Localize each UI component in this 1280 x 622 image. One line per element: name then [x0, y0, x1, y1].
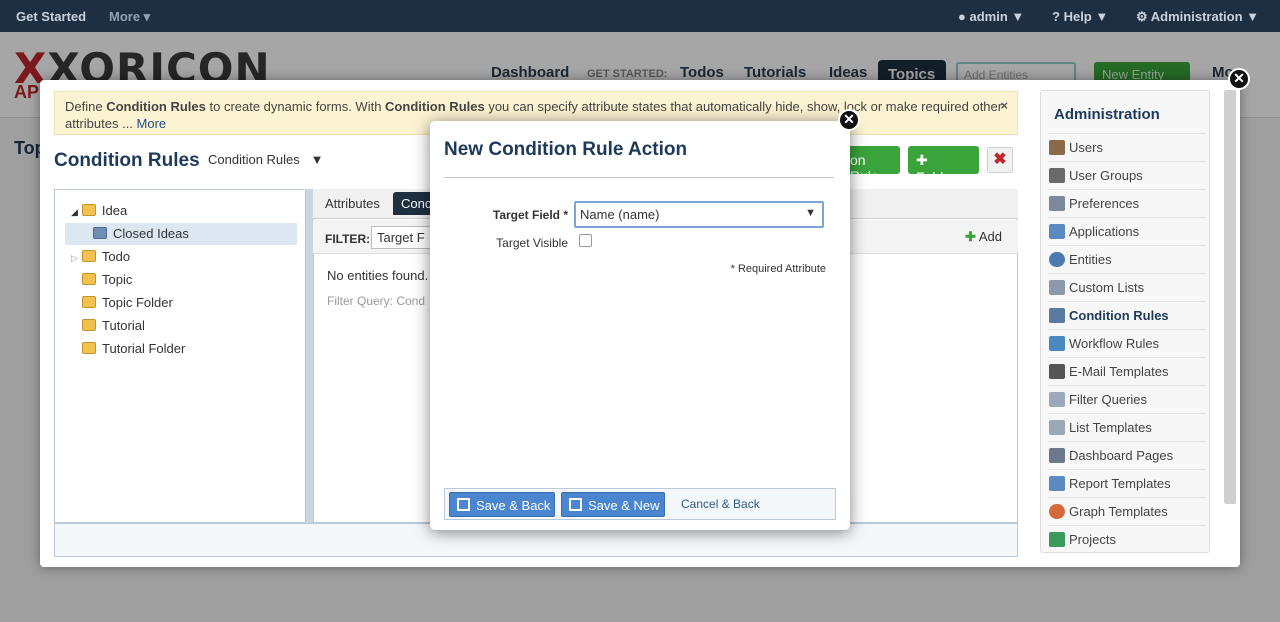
modal-title: New Condition Rule Action: [444, 139, 688, 160]
workflow-icon: [1049, 336, 1065, 351]
project-icon: [1049, 532, 1065, 547]
admin-item-preferences[interactable]: Preferences: [1048, 189, 1206, 217]
report-icon: [1049, 476, 1065, 491]
admin-title: Administration: [1054, 106, 1160, 123]
admin-item-dashboard-pages[interactable]: Dashboard Pages: [1048, 441, 1206, 469]
admin-item-graph-templates[interactable]: Graph Templates: [1048, 497, 1206, 525]
folder-icon: [82, 296, 96, 308]
target-visible-checkbox[interactable]: [579, 234, 592, 247]
more-menu[interactable]: More ▾: [109, 9, 150, 25]
expand-icon[interactable]: ▷: [71, 253, 78, 263]
tree-panel: ◢ Idea Closed Ideas ▷ Todo Topic Topic Fol…: [54, 189, 306, 523]
admin-item-projects[interactable]: Projects: [1048, 525, 1206, 553]
info-close-icon[interactable]: ×: [1000, 97, 1008, 114]
tree-item-closed-ideas[interactable]: Closed Ideas: [65, 223, 297, 245]
help-menu[interactable]: ? Help ▼: [1052, 9, 1108, 24]
get-started-link[interactable]: Get Started: [16, 9, 86, 24]
required-note: * Required Attribute: [730, 263, 826, 275]
info-more-link[interactable]: More: [137, 116, 167, 131]
rule-icon: [93, 227, 107, 239]
target-field-select[interactable]: Name (name) ▼: [574, 201, 824, 228]
envelope-icon: [1049, 364, 1065, 379]
user-icon: [1049, 140, 1065, 155]
tree-item-tutorial-folder[interactable]: Tutorial Folder: [82, 338, 185, 360]
tree-item-tutorial[interactable]: Tutorial: [82, 315, 145, 337]
table-icon: [1049, 420, 1065, 435]
gear-icon: ⚙: [1136, 9, 1148, 24]
tree-item-topic[interactable]: Topic: [82, 269, 132, 291]
filter-icon: [1049, 392, 1065, 407]
empty-message: No entities found.: [327, 268, 429, 283]
folder-icon: [82, 273, 96, 285]
window-icon: [1049, 224, 1065, 239]
filter-query-text: Filter Query: Cond: [327, 294, 426, 308]
filter-select[interactable]: Target F: [371, 226, 431, 249]
admin-item-entities[interactable]: Entities: [1048, 245, 1206, 273]
condition-rules-selector[interactable]: Condition Rules ▼: [208, 152, 323, 167]
admin-item-report-templates[interactable]: Report Templates: [1048, 469, 1206, 497]
new-condition-rule-action-modal: [430, 121, 850, 530]
plus-icon: ✚: [916, 152, 928, 168]
add-button[interactable]: ✚ Add: [965, 229, 1002, 245]
cancel-back-link[interactable]: Cancel & Back: [681, 497, 760, 511]
help-icon: ?: [1052, 9, 1060, 24]
user-group-icon: [1049, 168, 1065, 183]
floppy-icon: [569, 498, 582, 511]
chevron-down-icon: ▼: [805, 207, 816, 219]
tree-item-idea[interactable]: ◢ Idea: [71, 200, 127, 222]
modal-divider: [444, 177, 834, 178]
wrench-icon: [1049, 196, 1065, 211]
user-menu[interactable]: ● admin ▼: [958, 9, 1024, 24]
delete-button[interactable]: ✖: [987, 147, 1013, 173]
admin-scrollbar[interactable]: [1224, 90, 1236, 504]
tree-item-todo[interactable]: ▷ Todo: [71, 246, 130, 268]
close-dialog-icon[interactable]: ✕: [1228, 68, 1250, 90]
admin-item-filter-queries[interactable]: Filter Queries: [1048, 385, 1206, 413]
user-icon: ●: [958, 9, 966, 24]
folder-icon: [81, 204, 96, 216]
tab-attributes[interactable]: Attributes: [325, 196, 380, 211]
condition-rule-icon: [1049, 308, 1065, 323]
save-new-button[interactable]: Save & New: [561, 492, 665, 517]
tree-item-topic-folder[interactable]: Topic Folder: [82, 292, 173, 314]
collapse-icon[interactable]: ◢: [71, 207, 78, 217]
administration-menu[interactable]: ⚙ Administration ▼: [1136, 9, 1259, 25]
admin-item-user-groups[interactable]: User Groups: [1048, 161, 1206, 189]
target-field-label: Target Field *: [492, 208, 568, 222]
admin-item-email-templates[interactable]: E-Mail Templates: [1048, 357, 1206, 385]
plus-icon: ✚: [965, 229, 976, 244]
condition-rules-title: Condition Rules: [54, 150, 200, 171]
floppy-icon: [457, 498, 470, 511]
new-folder-button[interactable]: ✚ Folder: [908, 146, 979, 185]
admin-item-users[interactable]: Users: [1048, 133, 1206, 161]
gear-icon: [1049, 252, 1065, 267]
panel-splitter[interactable]: [306, 189, 313, 523]
admin-item-list-templates[interactable]: List Templates: [1048, 413, 1206, 441]
folder-icon: [82, 319, 96, 331]
folder-icon: [81, 250, 96, 262]
admin-item-workflow-rules[interactable]: Workflow Rules: [1048, 329, 1206, 357]
admin-item-custom-lists[interactable]: Custom Lists: [1048, 273, 1206, 301]
admin-item-condition-rules[interactable]: Condition Rules: [1048, 301, 1206, 329]
new-condition-rule-button[interactable]: on Rule: [842, 146, 900, 184]
pie-chart-icon: [1049, 504, 1065, 519]
admin-item-applications[interactable]: Applications: [1048, 217, 1206, 245]
target-visible-label: Target Visible: [496, 236, 568, 250]
top-bar: Get Started More ▾ ● admin ▼ ? Help ▼ ⚙ …: [0, 0, 1280, 32]
close-modal-icon[interactable]: ✕: [838, 109, 860, 131]
save-back-button[interactable]: Save & Back: [449, 492, 555, 517]
filter-label: FILTER:: [325, 232, 371, 246]
folder-icon: [82, 342, 96, 354]
list-icon: [1049, 280, 1065, 295]
dashboard-icon: [1049, 448, 1065, 463]
